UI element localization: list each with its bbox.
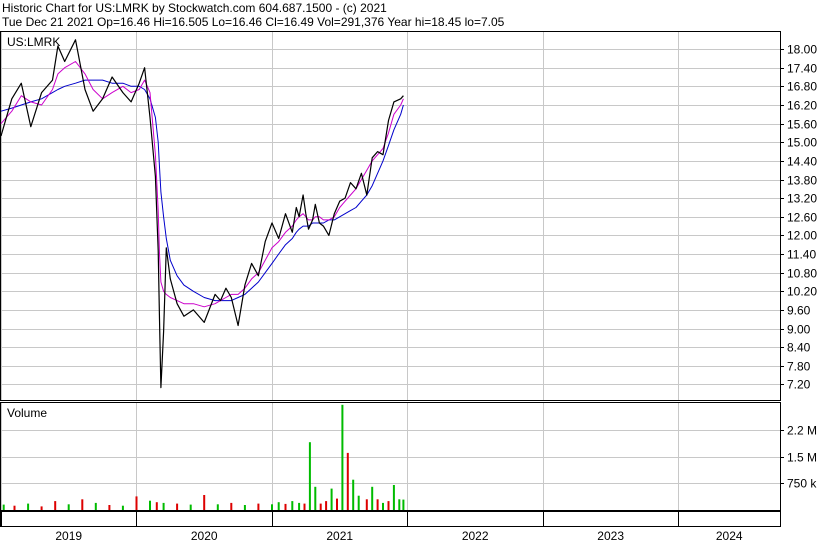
volume-bar (135, 496, 138, 510)
x-tick-label: 2024 (716, 529, 743, 543)
volume-bar (330, 488, 333, 510)
volume-panel-title: Volume (7, 406, 47, 420)
volume-bar (149, 500, 151, 510)
price-tick-label: 13.20 (787, 192, 817, 206)
volume-bar (162, 502, 165, 510)
volume-tick-label: 2.2 M (787, 424, 817, 438)
price-y-axis: 18.00 17.40 16.80 16.20 15.60 15.00 14.40 13.80… (780, 43, 817, 392)
volume-bar (314, 486, 317, 510)
volume-bar (27, 503, 30, 510)
volume-bar (284, 503, 287, 510)
volume-tick-label: 750 k (787, 477, 817, 491)
volume-bar (319, 503, 322, 510)
volume-bar (371, 486, 374, 510)
volume-bar (325, 501, 328, 510)
price-tick-label: 9.00 (787, 323, 811, 337)
price-tick-label: 18.00 (787, 43, 817, 57)
volume-bar (308, 442, 311, 510)
volume-bar (277, 502, 280, 510)
volume-bar (402, 499, 405, 510)
price-tick-label: 16.20 (787, 99, 817, 113)
volume-bar (382, 502, 384, 510)
price-tick-label: 12.60 (787, 211, 817, 225)
x-tick-label: 2019 (55, 529, 82, 543)
x-axis-frame (0, 511, 781, 527)
volume-bar (336, 498, 338, 510)
volume-bar (40, 506, 43, 510)
x-tick-label: 2023 (597, 529, 624, 543)
volume-bar (121, 505, 124, 510)
volume-panel-frame (0, 402, 781, 511)
x-tick-label: 2021 (326, 529, 353, 543)
volume-bar (189, 504, 192, 510)
volume-bar (376, 499, 379, 510)
volume-bar (341, 404, 344, 510)
volume-bar (398, 499, 401, 510)
volume-bar (298, 502, 301, 510)
volume-bar (257, 503, 260, 510)
volume-tick-label: 1.5 M (787, 451, 817, 465)
price-tick-label: 9.60 (787, 304, 811, 318)
volume-bar (271, 504, 273, 510)
volume-bar (155, 502, 158, 510)
volume-bar (365, 499, 368, 510)
volume-bar (176, 503, 179, 510)
volume-bar (2, 504, 5, 510)
price-tick-label: 8.40 (787, 341, 811, 355)
volume-bar (352, 479, 355, 510)
price-tick-label: 15.00 (787, 136, 817, 150)
price-tick-label: 16.80 (787, 80, 817, 94)
price-tick-label: 10.20 (787, 285, 817, 299)
price-tick-label: 7.80 (787, 360, 811, 374)
volume-bar (67, 504, 70, 510)
volume-bar (392, 485, 395, 510)
price-panel-title: US:LMRK (7, 35, 60, 49)
price-tick-label: 15.60 (787, 118, 817, 132)
volume-y-axis: 2.2 M 1.5 M 750 k (780, 424, 817, 491)
x-tick-label: 2020 (191, 529, 218, 543)
volume-bar (81, 499, 84, 510)
volume-bar (54, 501, 57, 510)
volume-bar (243, 505, 246, 510)
x-tick-label: 2022 (462, 529, 489, 543)
volume-bar (108, 505, 111, 510)
stock-chart: 18.00 17.40 16.80 16.20 15.60 15.00 14.40 13.80… (0, 31, 817, 543)
volume-bar (357, 495, 360, 510)
volume-bar (203, 495, 206, 510)
volume-bar (230, 502, 233, 510)
volume-bar (291, 501, 294, 510)
volume-bar (13, 505, 16, 510)
price-tick-label: 11.40 (787, 248, 816, 262)
price-tick-label: 7.20 (787, 378, 811, 392)
volume-bar (216, 504, 219, 510)
price-tick-label: 12.00 (787, 229, 817, 243)
price-tick-label: 17.40 (787, 62, 817, 76)
price-tick-label: 14.40 (787, 155, 817, 169)
volume-bar (94, 502, 97, 510)
volume-bar (387, 501, 390, 510)
price-tick-label: 13.80 (787, 174, 817, 188)
volume-bar (346, 452, 349, 510)
volume-bar (303, 503, 306, 510)
price-tick-label: 10.80 (787, 267, 817, 281)
